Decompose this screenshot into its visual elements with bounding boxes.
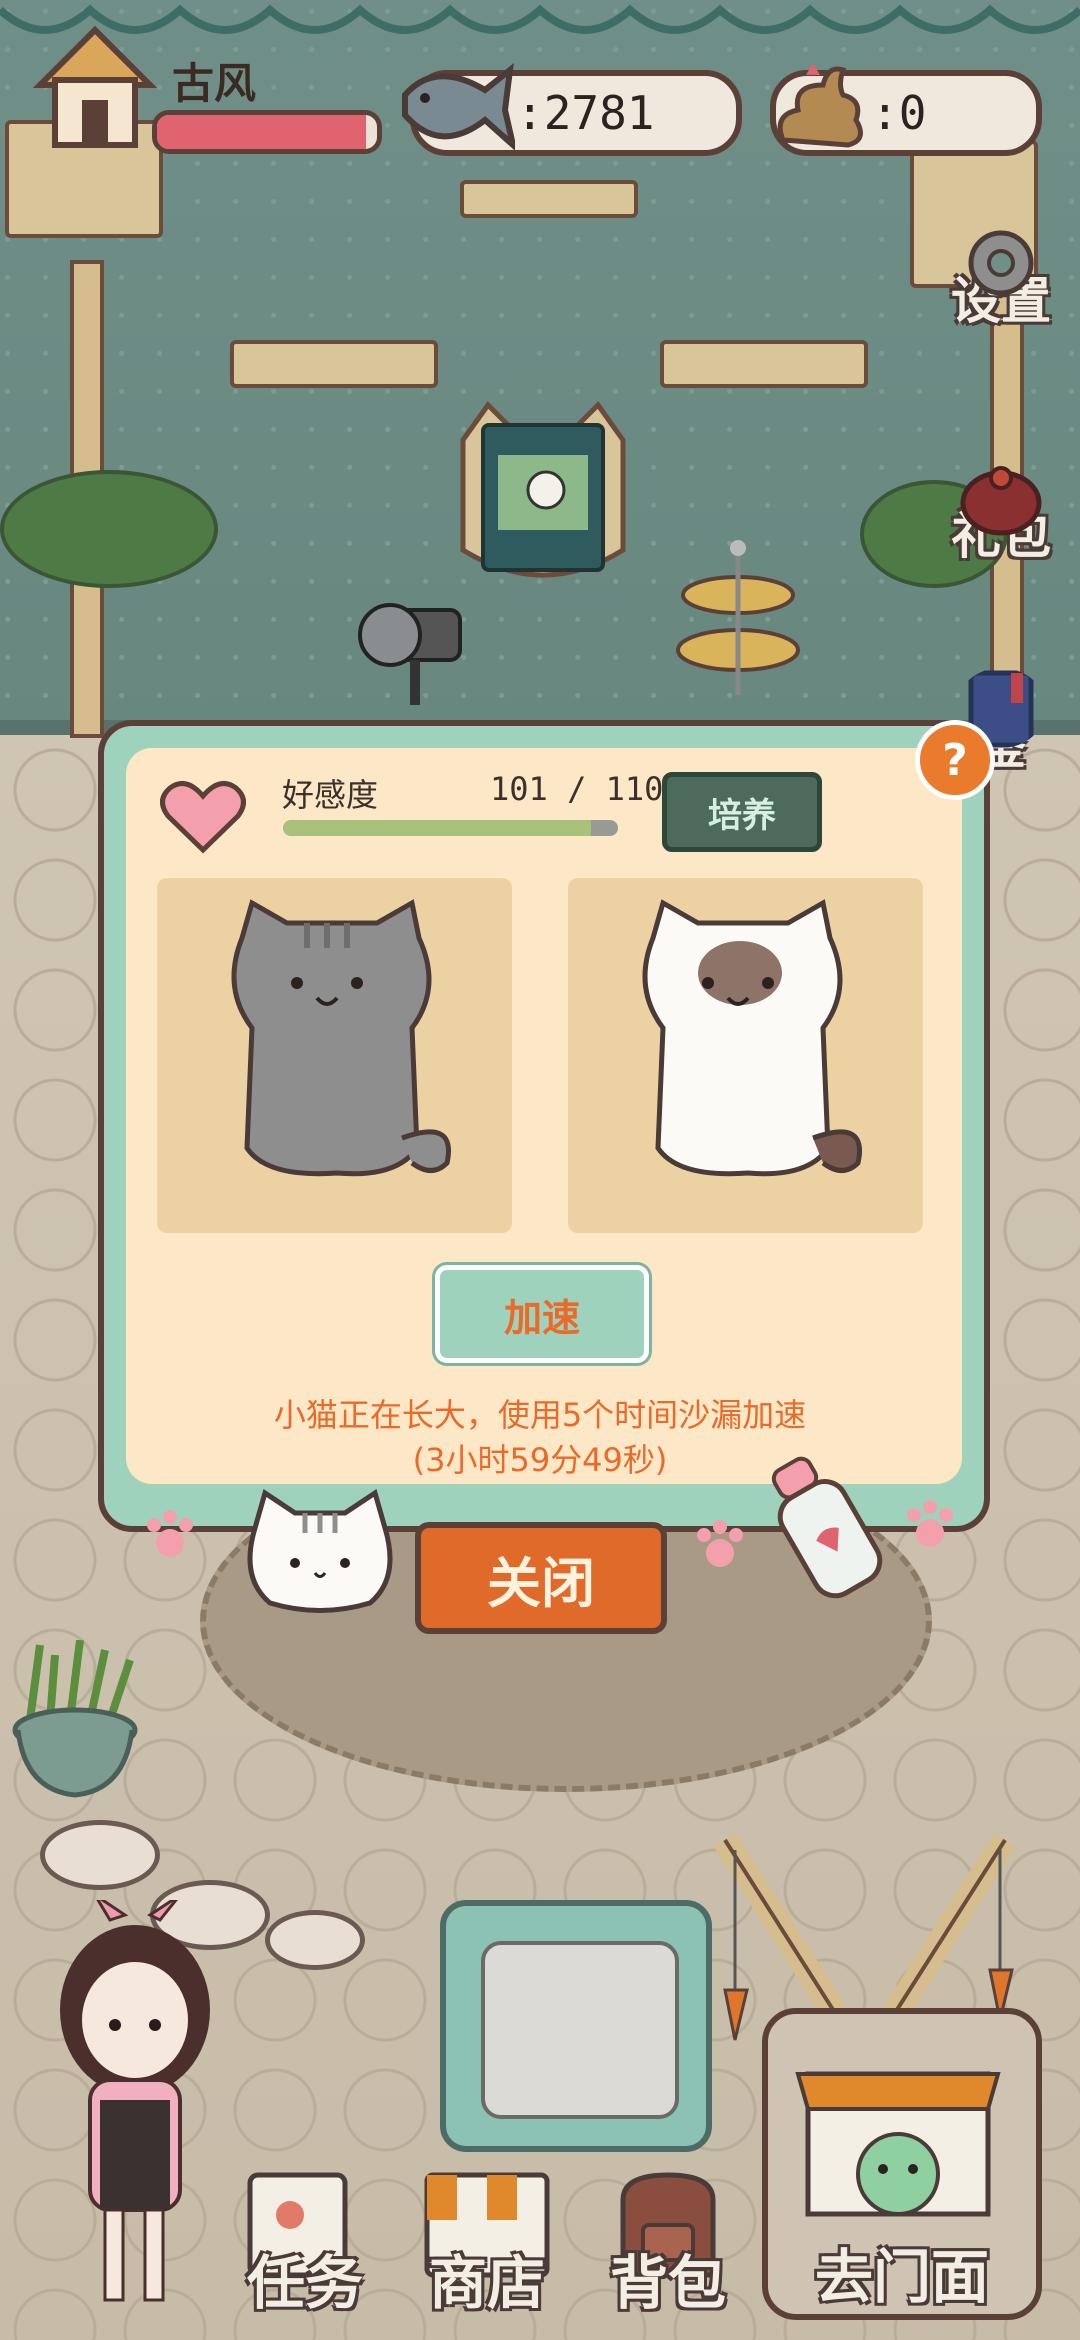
paw-print-icon	[907, 1500, 953, 1547]
home-house-icon[interactable]	[30, 25, 160, 155]
favor-progress-bar	[283, 820, 618, 836]
fish-icon	[402, 63, 515, 151]
nurture-button[interactable]: 培养	[662, 772, 822, 852]
cat-bowl-1	[40, 1820, 160, 1890]
shop-owner-character[interactable]	[40, 1900, 230, 2320]
close-button[interactable]: 关闭	[415, 1522, 667, 1634]
fish-count-prefix: :	[516, 86, 544, 140]
parent-cat-card-gray[interactable]	[157, 878, 512, 1233]
nav-bag-label: 背包	[609, 2249, 726, 2317]
fish-count: 2781	[543, 86, 655, 140]
paw-print-icon	[697, 1520, 743, 1567]
cat-frame-book	[460, 401, 626, 578]
parent-cat-card-siamese[interactable]	[568, 878, 923, 1233]
poop-count-prefix: :	[871, 86, 899, 140]
speed-up-button[interactable]: 加速	[435, 1265, 649, 1363]
settings-button[interactable]: 设置	[942, 215, 1060, 333]
hanging-plant-left	[0, 470, 218, 588]
camera-light-prop	[358, 603, 462, 705]
dessert-tower-prop	[676, 540, 800, 695]
player-health-bar	[152, 110, 382, 154]
gift-pack-button[interactable]: 礼包	[942, 450, 1060, 568]
nav-tasks-button[interactable]: 任务	[235, 2170, 375, 2320]
poop-icon	[777, 63, 863, 148]
ribbon-garland	[0, 4, 1080, 34]
wall-shelf-right	[660, 340, 868, 388]
cat-grass-pot	[12, 1640, 138, 1798]
nav-shop-button[interactable]: 商店	[412, 2170, 562, 2320]
cat-cushion[interactable]	[440, 1900, 712, 2152]
player-health-fill	[157, 115, 366, 149]
gift-bag-icon	[960, 466, 1042, 536]
cat-bowl-3	[265, 1910, 365, 1970]
kitten-peek-image	[247, 1489, 393, 1613]
nav-bag-button[interactable]: 背包	[598, 2170, 738, 2320]
heart-icon	[160, 781, 246, 854]
player-name: 古风	[172, 59, 257, 108]
paw-print-icon	[147, 1510, 193, 1557]
milk-bottle-icon	[771, 1456, 883, 1599]
cushion-center	[481, 1941, 679, 2119]
poop-count: 0	[898, 86, 927, 140]
nav-shop-label: 商店	[428, 2249, 545, 2317]
nav-storefront-label: 去门面	[814, 2243, 989, 2311]
gray-tabby-cat-image	[231, 899, 451, 1177]
help-button[interactable]: ?	[915, 720, 995, 800]
nav-tasks-label: 任务	[246, 2249, 363, 2317]
favor-label: 好感度	[282, 776, 379, 814]
siamese-cat-image	[642, 899, 862, 1177]
storefront-icon	[795, 2071, 1001, 2217]
wall-shelf-left	[230, 340, 438, 388]
favor-progress-fill	[283, 820, 591, 836]
favor-count: 101 / 110	[490, 770, 664, 808]
nav-storefront-button[interactable]: 去门面	[762, 2008, 1042, 2320]
growth-hint: 小猫正在长大，使用5个时间沙漏加速	[273, 1396, 807, 1434]
gear-icon	[968, 230, 1034, 296]
wall-shelf-top	[460, 180, 638, 218]
